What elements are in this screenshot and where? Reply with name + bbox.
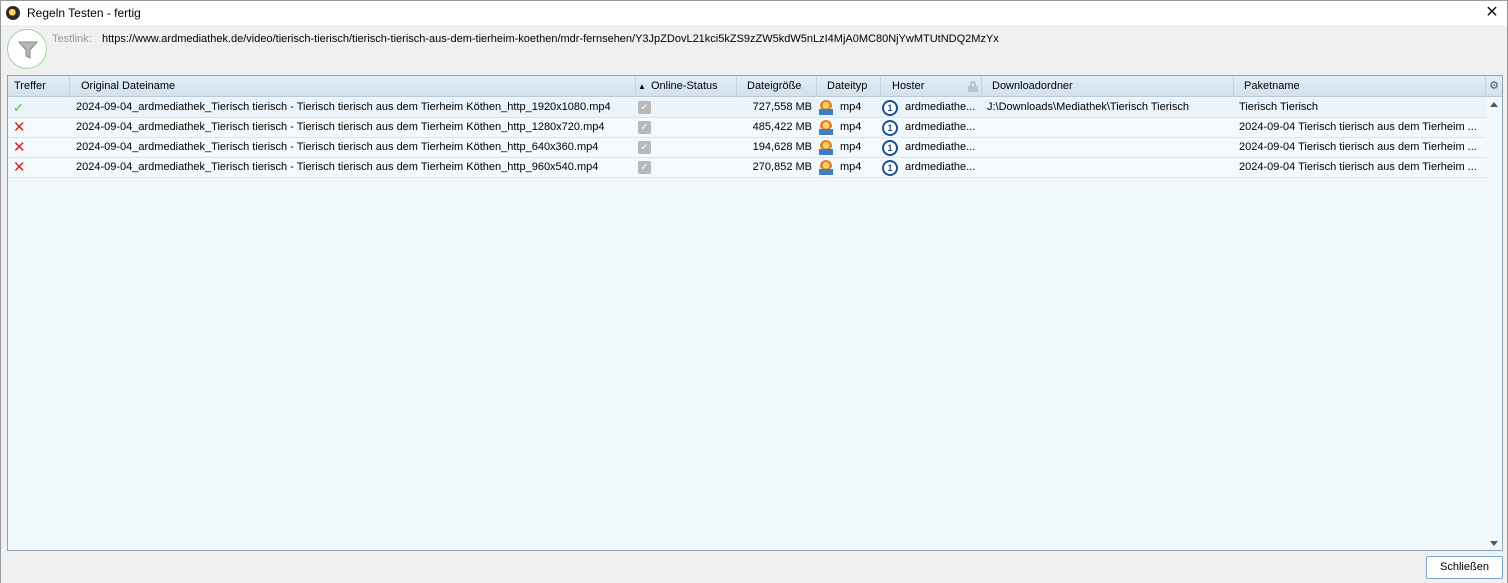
dialog-footer: Schließen [1, 551, 1507, 583]
filetype-cell: mp4 [840, 141, 862, 153]
window-close-button[interactable]: ✕ [1477, 1, 1507, 25]
hoster-cell: ardmediathe... [905, 121, 976, 133]
column-header-original-dateiname[interactable]: Original Dateiname [75, 76, 636, 97]
testlink-url[interactable]: https://www.ardmediathek.de/video/tieris… [102, 33, 999, 45]
downloadfolder-cell [987, 158, 1235, 178]
ard-hoster-icon: 1 [882, 100, 898, 116]
results-table: Treffer Original Dateiname ▲ Online-Stat… [7, 75, 1503, 551]
match-cross-icon: ✕ [13, 139, 26, 156]
table-row[interactable]: ✕ 2024-09-04_ardmediathek_Tierisch tieri… [8, 158, 1486, 178]
close-button[interactable]: Schließen [1426, 556, 1503, 579]
filesize-cell: 727,558 MB [752, 101, 812, 113]
column-settings-gear-icon[interactable]: ⚙ [1486, 76, 1502, 97]
column-header-treffer[interactable]: Treffer [8, 76, 70, 97]
table-row[interactable]: ✓ 2024-09-04_ardmediathek_Tierisch tieri… [8, 98, 1486, 118]
table-row[interactable]: ✕ 2024-09-04_ardmediathek_Tierisch tieri… [8, 118, 1486, 138]
column-header-dateityp[interactable]: Dateityp [821, 76, 881, 97]
filesize-cell: 270,852 MB [752, 161, 812, 173]
filesize-cell: 194,628 MB [752, 141, 812, 153]
match-cross-icon: ✕ [13, 119, 26, 136]
package-cell: 2024-09-04 Tierisch tierisch aus dem Tie… [1239, 161, 1477, 173]
package-cell: Tierisch Tierisch [1239, 101, 1319, 113]
lock-icon [968, 81, 978, 92]
testlink-header: Testlink: https://www.ardmediathek.de/vi… [1, 25, 1507, 73]
match-check-icon: ✓ [13, 100, 24, 115]
online-status-checkbox: ✓ [638, 141, 651, 154]
filetype-cell: mp4 [840, 101, 862, 113]
filetype-cell: mp4 [840, 121, 862, 133]
window-title: Regeln Testen - fertig [27, 6, 141, 20]
filter-icon [7, 29, 47, 69]
filename-cell: 2024-09-04_ardmediathek_Tierisch tierisc… [76, 161, 599, 173]
app-icon [6, 6, 20, 20]
column-header-downloadordner[interactable]: Downloadordner [986, 76, 1234, 97]
video-file-icon [819, 160, 833, 175]
filename-cell: 2024-09-04_ardmediathek_Tierisch tierisc… [76, 141, 599, 153]
hoster-cell: ardmediathe... [905, 161, 976, 173]
scroll-down-icon[interactable] [1490, 541, 1498, 546]
video-file-icon [819, 140, 833, 155]
online-status-checkbox: ✓ [638, 101, 651, 114]
ard-hoster-icon: 1 [882, 120, 898, 136]
ard-hoster-icon: 1 [882, 160, 898, 176]
online-status-checkbox: ✓ [638, 121, 651, 134]
hoster-cell: ardmediathe... [905, 101, 976, 113]
column-header-dateigroesse[interactable]: Dateigröße [741, 76, 817, 97]
downloadfolder-cell: J:\Downloads\Mediathek\Tierisch Tierisch [987, 101, 1189, 113]
scroll-up-icon[interactable] [1490, 102, 1498, 107]
hoster-cell: ardmediathe... [905, 141, 976, 153]
online-status-checkbox: ✓ [638, 161, 651, 174]
package-cell: 2024-09-04 Tierisch tierisch aus dem Tie… [1239, 121, 1477, 133]
column-header-paketname[interactable]: Paketname [1238, 76, 1486, 97]
filesize-cell: 485,422 MB [752, 121, 812, 133]
title-bar: Regeln Testen - fertig ✕ [1, 1, 1507, 25]
testlink-label: Testlink: [52, 33, 92, 45]
package-cell: 2024-09-04 Tierisch tierisch aus dem Tie… [1239, 141, 1477, 153]
table-header: Treffer Original Dateiname ▲ Online-Stat… [8, 76, 1502, 97]
table-body: ✓ 2024-09-04_ardmediathek_Tierisch tieri… [8, 98, 1486, 178]
table-row[interactable]: ✕ 2024-09-04_ardmediathek_Tierisch tieri… [8, 138, 1486, 158]
ard-hoster-icon: 1 [882, 140, 898, 156]
downloadfolder-cell [987, 118, 1235, 138]
match-cross-icon: ✕ [13, 159, 26, 176]
filename-cell: 2024-09-04_ardmediathek_Tierisch tierisc… [76, 101, 611, 113]
video-file-icon [819, 100, 833, 115]
downloadfolder-cell [987, 138, 1235, 158]
filetype-cell: mp4 [840, 161, 862, 173]
vertical-scrollbar[interactable] [1486, 98, 1502, 550]
column-header-online-status[interactable]: Online-Status [645, 76, 737, 97]
video-file-icon [819, 120, 833, 135]
rules-test-dialog: Regeln Testen - fertig ✕ Testlink: https… [0, 0, 1508, 583]
filename-cell: 2024-09-04_ardmediathek_Tierisch tierisc… [76, 121, 605, 133]
